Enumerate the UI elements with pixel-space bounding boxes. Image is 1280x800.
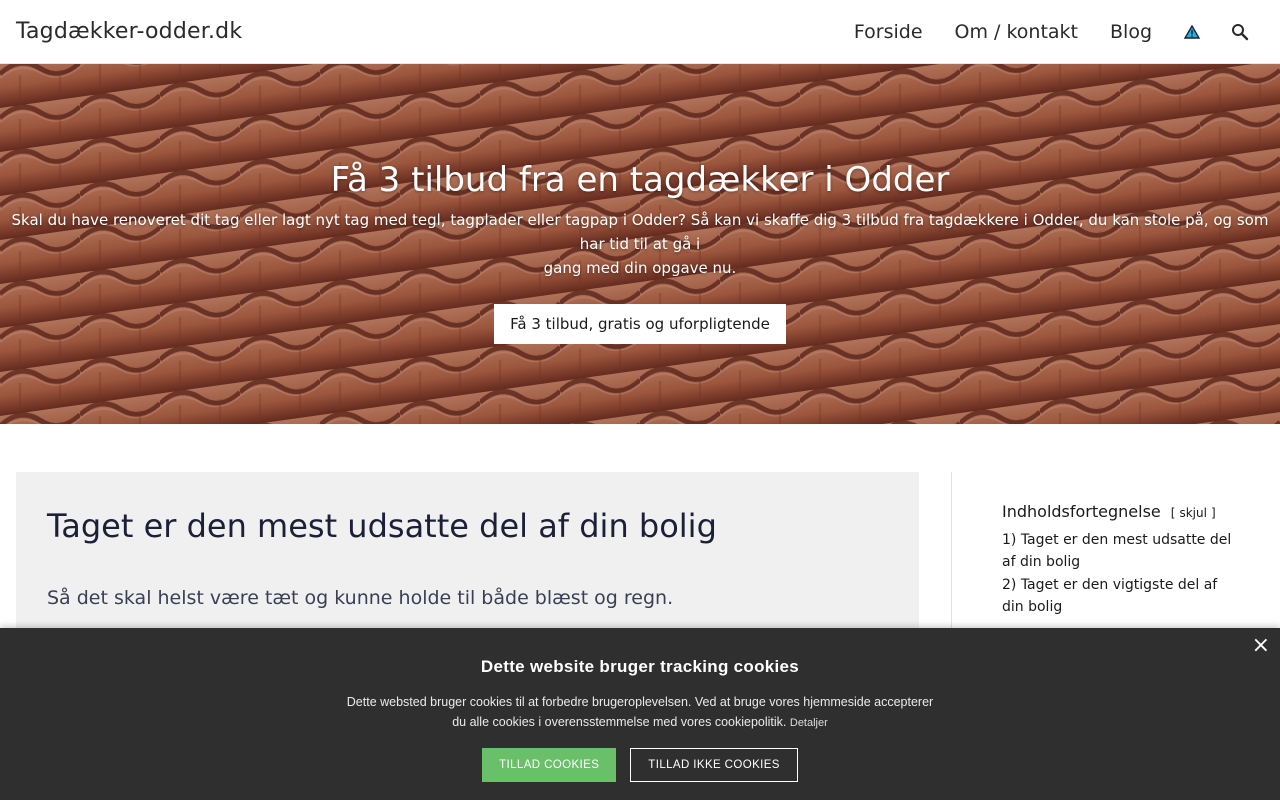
hero-section: Få 3 tilbud fra en tagdækker i Odder Ska… [0,64,1280,424]
hero-description: Skal du have renoveret dit tag eller lag… [0,208,1280,280]
close-icon[interactable]: × [1252,634,1270,658]
cookie-buttons: TILLAD COOKIES TILLAD IKKE COOKIES [0,748,1280,782]
toc-toggle-open-bracket: [ [1170,506,1176,520]
toc-item: 2) Taget er den vigtigste del af din bol… [1002,574,1234,618]
site-title-link[interactable]: Tagdækker-odder.dk [16,19,242,44]
warning-triangle-icon [1184,24,1200,39]
search-button[interactable] [1216,0,1264,64]
cookie-banner: × Dette website bruger tracking cookies … [0,628,1280,800]
hero-content: Få 3 tilbud fra en tagdækker i Odder Ska… [0,156,1280,344]
deny-cookies-button[interactable]: TILLAD IKKE COOKIES [630,748,798,782]
toc-hide-link[interactable]: skjul [1179,506,1206,520]
toc-toggle: [skjul] [1171,506,1216,520]
article-lead: Så det skal helst være tæt og kunne hold… [47,587,674,609]
warning-triangle-button[interactable] [1168,0,1216,64]
hero-description-line1: Skal du have renoveret dit tag eller lag… [11,211,1269,253]
cookie-title: Dette website bruger tracking cookies [480,657,800,676]
cookie-details-link[interactable]: Detaljer [790,717,828,729]
nav-item-om-kontakt[interactable]: Om / kontakt [939,0,1094,64]
nav-item-forside[interactable]: Forside [838,0,939,64]
toc-link-1[interactable]: 1) Taget er den mest udsatte del af din … [1002,532,1231,570]
cookie-text: Dette websted bruger cookies til at forb… [340,692,940,733]
cookie-message: Dette websted bruger cookies til at forb… [346,695,934,729]
toc-item: 1) Taget er den mest udsatte del af din … [1002,529,1234,573]
hero-description-line2: gang med din opgave nu. [543,259,737,277]
get-offers-button[interactable]: Få 3 tilbud, gratis og uforpligtende [494,304,786,344]
article-heading: Taget er den mest udsatte del af din bol… [47,507,717,545]
hero-title: Få 3 tilbud fra en tagdækker i Odder [330,160,950,200]
toc-list: 1) Taget er den mest udsatte del af din … [1002,529,1234,618]
toc-title: Indholdsfortegnelse [1002,502,1161,521]
table-of-contents: Indholdsfortegnelse [skjul] 1) Taget er … [1002,502,1234,619]
main-nav: Forside Om / kontakt Blog [838,0,1264,64]
toc-toggle-close-bracket: ] [1210,506,1216,520]
nav-item-blog[interactable]: Blog [1094,0,1168,64]
toc-header: Indholdsfortegnelse [skjul] [1002,502,1234,521]
toc-link-2[interactable]: 2) Taget er den vigtigste del af din bol… [1002,577,1217,615]
search-icon [1232,23,1249,40]
site-header: Tagdækker-odder.dk Forside Om / kontakt … [0,0,1280,64]
allow-cookies-button[interactable]: TILLAD COOKIES [482,748,617,782]
